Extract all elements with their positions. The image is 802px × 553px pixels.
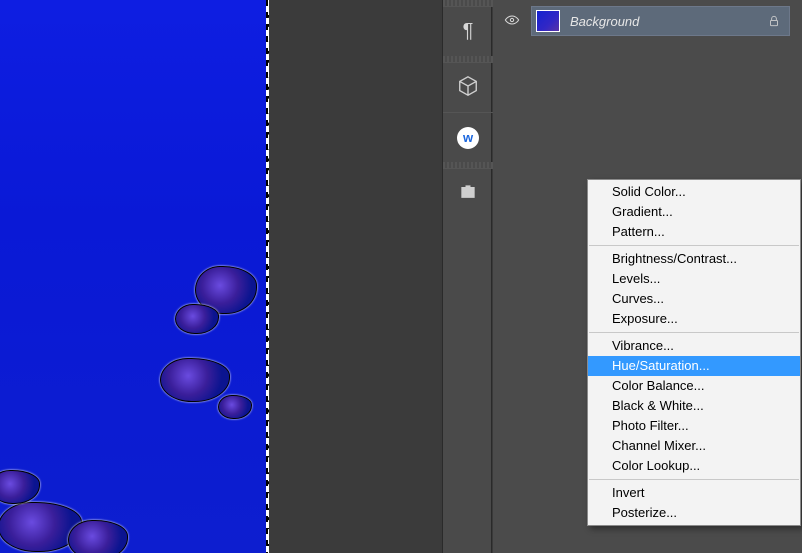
libraries-panel-button[interactable] (443, 168, 493, 218)
eye-icon (504, 16, 520, 31)
menu-item-photo-filter[interactable]: Photo Filter... (588, 416, 800, 436)
image-detail (160, 358, 230, 402)
menu-separator (589, 332, 799, 333)
menu-item-black-white[interactable]: Black & White... (588, 396, 800, 416)
menu-item-vibrance[interactable]: Vibrance... (588, 336, 800, 356)
menu-item-exposure[interactable]: Exposure... (588, 309, 800, 329)
lock-icon[interactable] (767, 14, 781, 28)
menu-item-color-lookup[interactable]: Color Lookup... (588, 456, 800, 476)
menu-item-hue-saturation[interactable]: Hue/Saturation... (588, 356, 800, 376)
briefcase-icon (458, 182, 478, 205)
collapsed-panel-strip: ¶ w (442, 0, 492, 553)
image-detail (68, 520, 128, 553)
menu-item-posterize[interactable]: Posterize... (588, 503, 800, 523)
w-logo-icon: w (457, 127, 479, 149)
menu-item-solid-color[interactable]: Solid Color... (588, 182, 800, 202)
canvas-area[interactable] (0, 0, 440, 553)
paragraph-panel-button[interactable]: ¶ (443, 6, 493, 56)
menu-item-brightness-contrast[interactable]: Brightness/Contrast... (588, 249, 800, 269)
menu-item-color-balance[interactable]: Color Balance... (588, 376, 800, 396)
menu-separator (589, 479, 799, 480)
image-detail (0, 470, 40, 504)
layer-visibility-toggle[interactable] (497, 12, 527, 31)
menu-item-invert[interactable]: Invert (588, 483, 800, 503)
image-detail (218, 395, 252, 419)
menu-item-levels[interactable]: Levels... (588, 269, 800, 289)
layer-thumbnail[interactable] (536, 10, 560, 32)
menu-item-channel-mixer[interactable]: Channel Mixer... (588, 436, 800, 456)
menu-separator (589, 245, 799, 246)
menu-item-gradient[interactable]: Gradient... (588, 202, 800, 222)
image-detail (175, 304, 219, 334)
menu-item-curves[interactable]: Curves... (588, 289, 800, 309)
3d-panel-button[interactable] (443, 62, 493, 112)
menu-item-pattern[interactable]: Pattern... (588, 222, 800, 242)
cube-icon (457, 75, 479, 100)
plugin-panel-button[interactable]: w (443, 112, 493, 162)
adjustment-layer-menu: Solid Color...Gradient...Pattern... Brigh… (587, 179, 801, 526)
canvas-image[interactable] (0, 0, 269, 553)
layer-row-background[interactable]: Background (531, 6, 790, 36)
layer-name-label: Background (570, 14, 639, 29)
pilcrow-icon: ¶ (463, 20, 474, 43)
